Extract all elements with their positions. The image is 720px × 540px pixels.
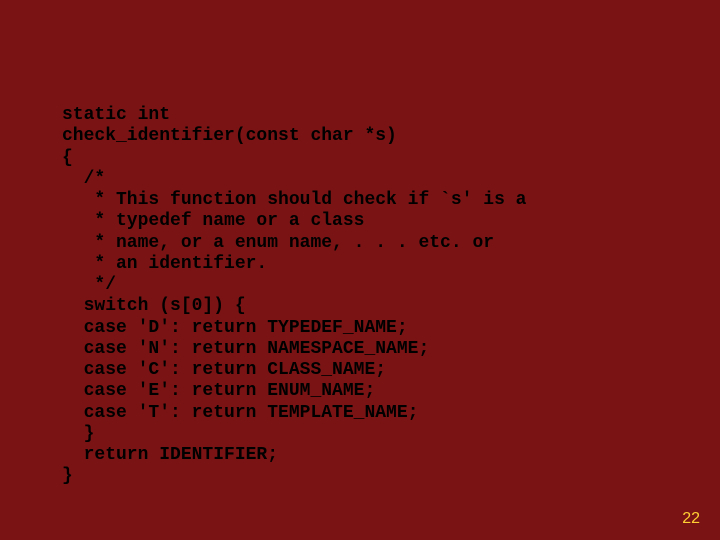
code-line: case 'C': return CLASS_NAME; — [62, 360, 386, 380]
code-line: } — [62, 424, 94, 444]
code-line: */ — [62, 275, 116, 295]
code-line: * typedef name or a class — [62, 211, 364, 231]
code-line: static int — [62, 105, 170, 125]
code-line: case 'N': return NAMESPACE_NAME; — [62, 339, 429, 359]
code-line: * name, or a enum name, . . . etc. or — [62, 233, 494, 253]
page-number: 22 — [682, 510, 700, 528]
code-line: * This function should check if `s' is a — [62, 190, 526, 210]
code-line: } — [62, 466, 73, 486]
code-line: case 'D': return TYPEDEF_NAME; — [62, 318, 408, 338]
code-line: switch (s[0]) { — [62, 296, 246, 316]
code-line: case 'E': return ENUM_NAME; — [62, 381, 375, 401]
code-line: { — [62, 148, 73, 168]
code-line: * an identifier. — [62, 254, 267, 274]
code-line: case 'T': return TEMPLATE_NAME; — [62, 403, 418, 423]
code-line: /* — [62, 169, 105, 189]
code-line: return IDENTIFIER; — [62, 445, 278, 465]
slide: static int check_identifier(const char *… — [0, 0, 720, 540]
code-block: static int check_identifier(const char *… — [62, 84, 526, 487]
code-line: check_identifier(const char *s) — [62, 126, 397, 146]
